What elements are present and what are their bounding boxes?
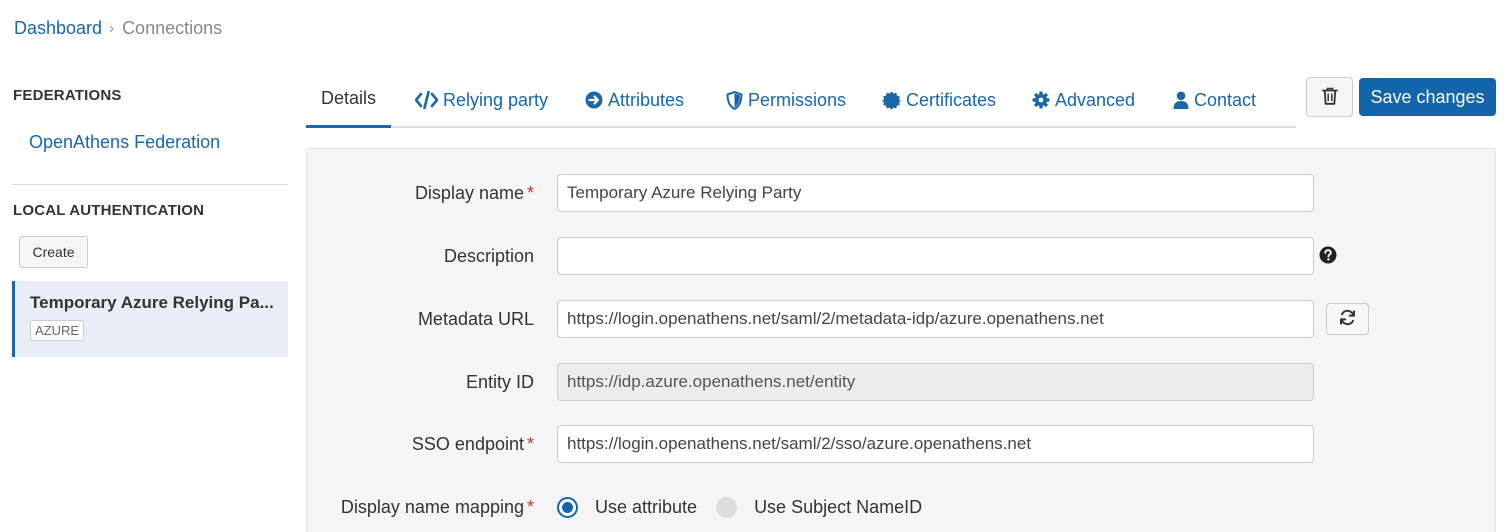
metadata-url-label: Metadata URL (417, 308, 534, 329)
user-icon (1173, 91, 1189, 109)
entity-id-row: Entity ID (307, 363, 1497, 401)
arrow-circle-right-icon (585, 91, 603, 109)
save-changes-button[interactable]: Save changes (1359, 78, 1496, 116)
question-circle-icon[interactable] (1319, 246, 1337, 264)
tab-details[interactable]: Details (306, 72, 392, 128)
details-form: Display name* Description Metadata URL E… (306, 148, 1496, 532)
tab-label: Permissions (748, 89, 847, 110)
tab-relying-party[interactable]: Relying party (415, 72, 548, 128)
create-button[interactable]: Create (19, 236, 88, 268)
tab-label: Certificates (906, 89, 997, 110)
use-subject-nameid-label[interactable]: Use Subject NameID (754, 497, 922, 518)
connection-type-badge: AZURE (30, 320, 85, 341)
refresh-icon (1339, 309, 1356, 329)
certificate-icon (882, 91, 901, 110)
trash-icon (1321, 87, 1338, 108)
display-name-mapping-label-text: Display name mapping (340, 496, 524, 517)
tab-label: Contact (1194, 89, 1257, 110)
sidebar-item-temporary-azure[interactable]: Temporary Azure Relying Pa... AZURE (12, 281, 288, 357)
use-attribute-label[interactable]: Use attribute (595, 497, 697, 518)
breadcrumb: Dashboard › Connections (14, 18, 222, 39)
tab-certificates[interactable]: Certificates (882, 72, 996, 128)
metadata-url-input[interactable] (557, 300, 1314, 338)
tab-bar: Details Relying party Attributes Permiss… (306, 72, 1296, 128)
breadcrumb-dashboard-link[interactable]: Dashboard (14, 18, 102, 39)
sso-endpoint-row: SSO endpoint * (307, 425, 1497, 463)
gear-icon (1032, 91, 1050, 109)
tab-contact[interactable]: Contact (1173, 72, 1256, 128)
tab-label: Attributes (608, 89, 685, 110)
sidebar-item-title: Temporary Azure Relying Pa... (30, 293, 274, 312)
tab-permissions[interactable]: Permissions (726, 72, 846, 128)
refresh-metadata-button[interactable] (1326, 303, 1369, 335)
tab-attributes[interactable]: Attributes (585, 72, 684, 128)
display-name-mapping-radio-group: Use attribute Use Subject NameID (557, 488, 941, 526)
required-marker: * (526, 182, 534, 203)
shield-icon (726, 90, 743, 110)
tab-label: Relying party (443, 89, 549, 110)
sso-endpoint-label-text: SSO endpoint (411, 433, 524, 454)
display-name-mapping-row: Display name mapping * Use attribute Use … (307, 488, 1497, 526)
required-marker: * (526, 433, 534, 454)
description-label: Description (443, 245, 534, 266)
required-marker: * (526, 496, 534, 517)
sidebar-divider (12, 184, 288, 185)
display-name-label-text: Display name (414, 182, 524, 203)
tab-label: Advanced (1055, 89, 1136, 110)
use-subject-nameid-radio[interactable] (716, 496, 738, 518)
delete-button[interactable] (1306, 77, 1353, 117)
display-name-input[interactable] (557, 174, 1314, 212)
breadcrumb-current: Connections (122, 18, 223, 38)
local-authentication-heading: LOCAL AUTHENTICATION (13, 202, 205, 219)
metadata-url-row: Metadata URL (307, 300, 1497, 338)
tab-advanced[interactable]: Advanced (1032, 72, 1135, 128)
federations-heading: FEDERATIONS (13, 87, 122, 104)
code-icon (415, 91, 438, 109)
use-attribute-radio[interactable] (557, 496, 578, 518)
display-name-mapping-label: Display name mapping * (341, 488, 534, 526)
description-row: Description (307, 237, 1497, 275)
sso-endpoint-label: SSO endpoint * (412, 425, 534, 463)
display-name-label: Display name * (415, 174, 534, 212)
entity-id-label: Entity ID (465, 371, 534, 392)
entity-id-input (557, 363, 1314, 401)
tab-label: Details (321, 88, 377, 108)
description-input[interactable] (557, 237, 1314, 275)
sso-endpoint-input[interactable] (557, 425, 1314, 463)
breadcrumb-separator: › (109, 20, 115, 37)
display-name-row: Display name * (307, 174, 1497, 212)
sidebar-item-openathens-federation[interactable]: OpenAthens Federation (29, 132, 220, 153)
